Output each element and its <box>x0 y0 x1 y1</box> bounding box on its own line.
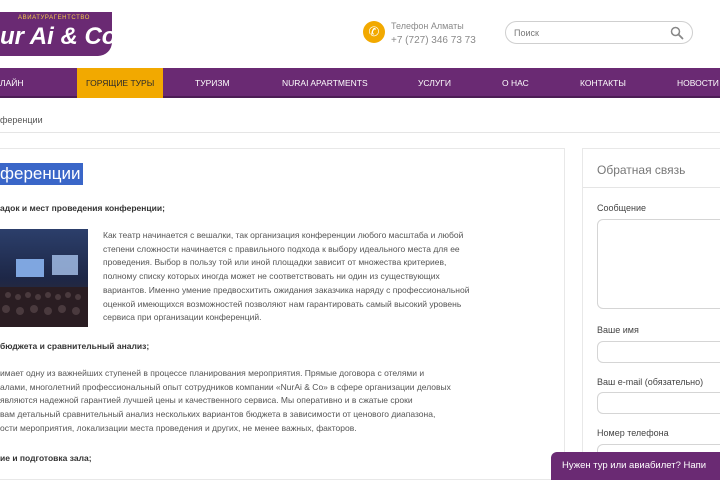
text-line: оценкой имеющихся возможностей позволяют… <box>103 298 462 309</box>
logo-text: ur Ai & Co <box>0 23 117 50</box>
nav-item-hot-tours[interactable]: Горящие туры <box>77 68 164 98</box>
section-heading: бюджета и сравнительный анализ; <box>0 341 150 351</box>
nav-item-apartments[interactable]: NurAi Apartments <box>282 68 368 98</box>
section-heading: ие и подготовка зала; <box>0 453 92 463</box>
email-label: Ваш e-mail (обязательно) <box>597 377 704 387</box>
text-line: полному списку которых иногда может не с… <box>103 271 440 282</box>
page-title: ференции <box>0 163 84 185</box>
phone-number[interactable]: +7 (727) 346 73 73 <box>391 35 476 46</box>
search-icon[interactable] <box>670 26 684 40</box>
text-line: ости мероприятия, локализации места пров… <box>0 422 357 433</box>
nav-item-services[interactable]: Услуги <box>418 68 451 98</box>
nav-item-about[interactable]: О нас <box>502 68 529 98</box>
nav-item-contacts[interactable]: Контакты <box>580 68 626 98</box>
phone-icon: ✆ <box>363 21 385 43</box>
paragraph-budget: имает одну из важнейших ступеней в проце… <box>0 367 451 436</box>
nav-item-news[interactable]: Новости <box>677 68 719 98</box>
section-heading: адок и мест проведения конференции; <box>0 203 165 213</box>
conference-hall-image <box>0 229 88 327</box>
main-nav: лайн Горящие туры Туризм NurAi Apartment… <box>0 68 720 98</box>
name-label: Ваше имя <box>597 325 639 335</box>
text-line: сервиса при организации конференций. <box>103 312 262 323</box>
nav-item-online[interactable]: лайн <box>0 68 24 98</box>
text-line: вариантов. Именно умение предвосхитить о… <box>103 284 470 295</box>
search-input[interactable] <box>514 25 664 41</box>
text-line: имает одну из важнейших ступеней в проце… <box>0 368 425 378</box>
sidebar-title: Обратная связь <box>597 163 686 177</box>
conference-photo <box>0 229 88 327</box>
search-box <box>505 21 693 44</box>
paragraph-venue: Как театр начинается с вешалки, так орга… <box>103 229 469 325</box>
text-line: проведения. Выбор в пользу той или иной … <box>103 257 447 268</box>
breadcrumb: ференции <box>0 115 43 125</box>
message-textarea[interactable] <box>597 219 720 309</box>
email-field[interactable] <box>597 392 720 414</box>
text-line: являются надежной гарантией лучшей цены … <box>0 395 413 406</box>
site-logo[interactable]: Авиатурагентство ur Ai & Co <box>0 12 116 56</box>
phone-field-label: Номер телефона <box>597 428 669 438</box>
phone-label: Телефон Алматы <box>391 21 464 31</box>
text-line: Как театр начинается с вешалки, так орга… <box>103 230 464 240</box>
divider <box>583 187 720 188</box>
name-field[interactable] <box>597 341 720 363</box>
feedback-sidebar: Обратная связь Сообщение Ваше имя Ваш e-… <box>582 148 720 480</box>
message-label: Сообщение <box>597 203 646 213</box>
text-line: алами, многолетний профессиональный опыт… <box>0 381 451 392</box>
site-header: Авиатурагентство ur Ai & Co ✆ Телефон Ал… <box>0 0 720 68</box>
text-line: вам детальный сравнительный анализ неско… <box>0 409 436 420</box>
promo-chat-banner[interactable]: Нужен тур или авиабилет? Напи <box>551 452 720 480</box>
nav-item-tourism[interactable]: Туризм <box>195 68 230 98</box>
divider <box>0 132 720 133</box>
main-content: ференции адок и мест проведения конферен… <box>0 148 565 480</box>
logo-subtitle: Авиатурагентство <box>18 15 91 21</box>
text-line: степени сложности начинается с правильно… <box>103 243 460 254</box>
